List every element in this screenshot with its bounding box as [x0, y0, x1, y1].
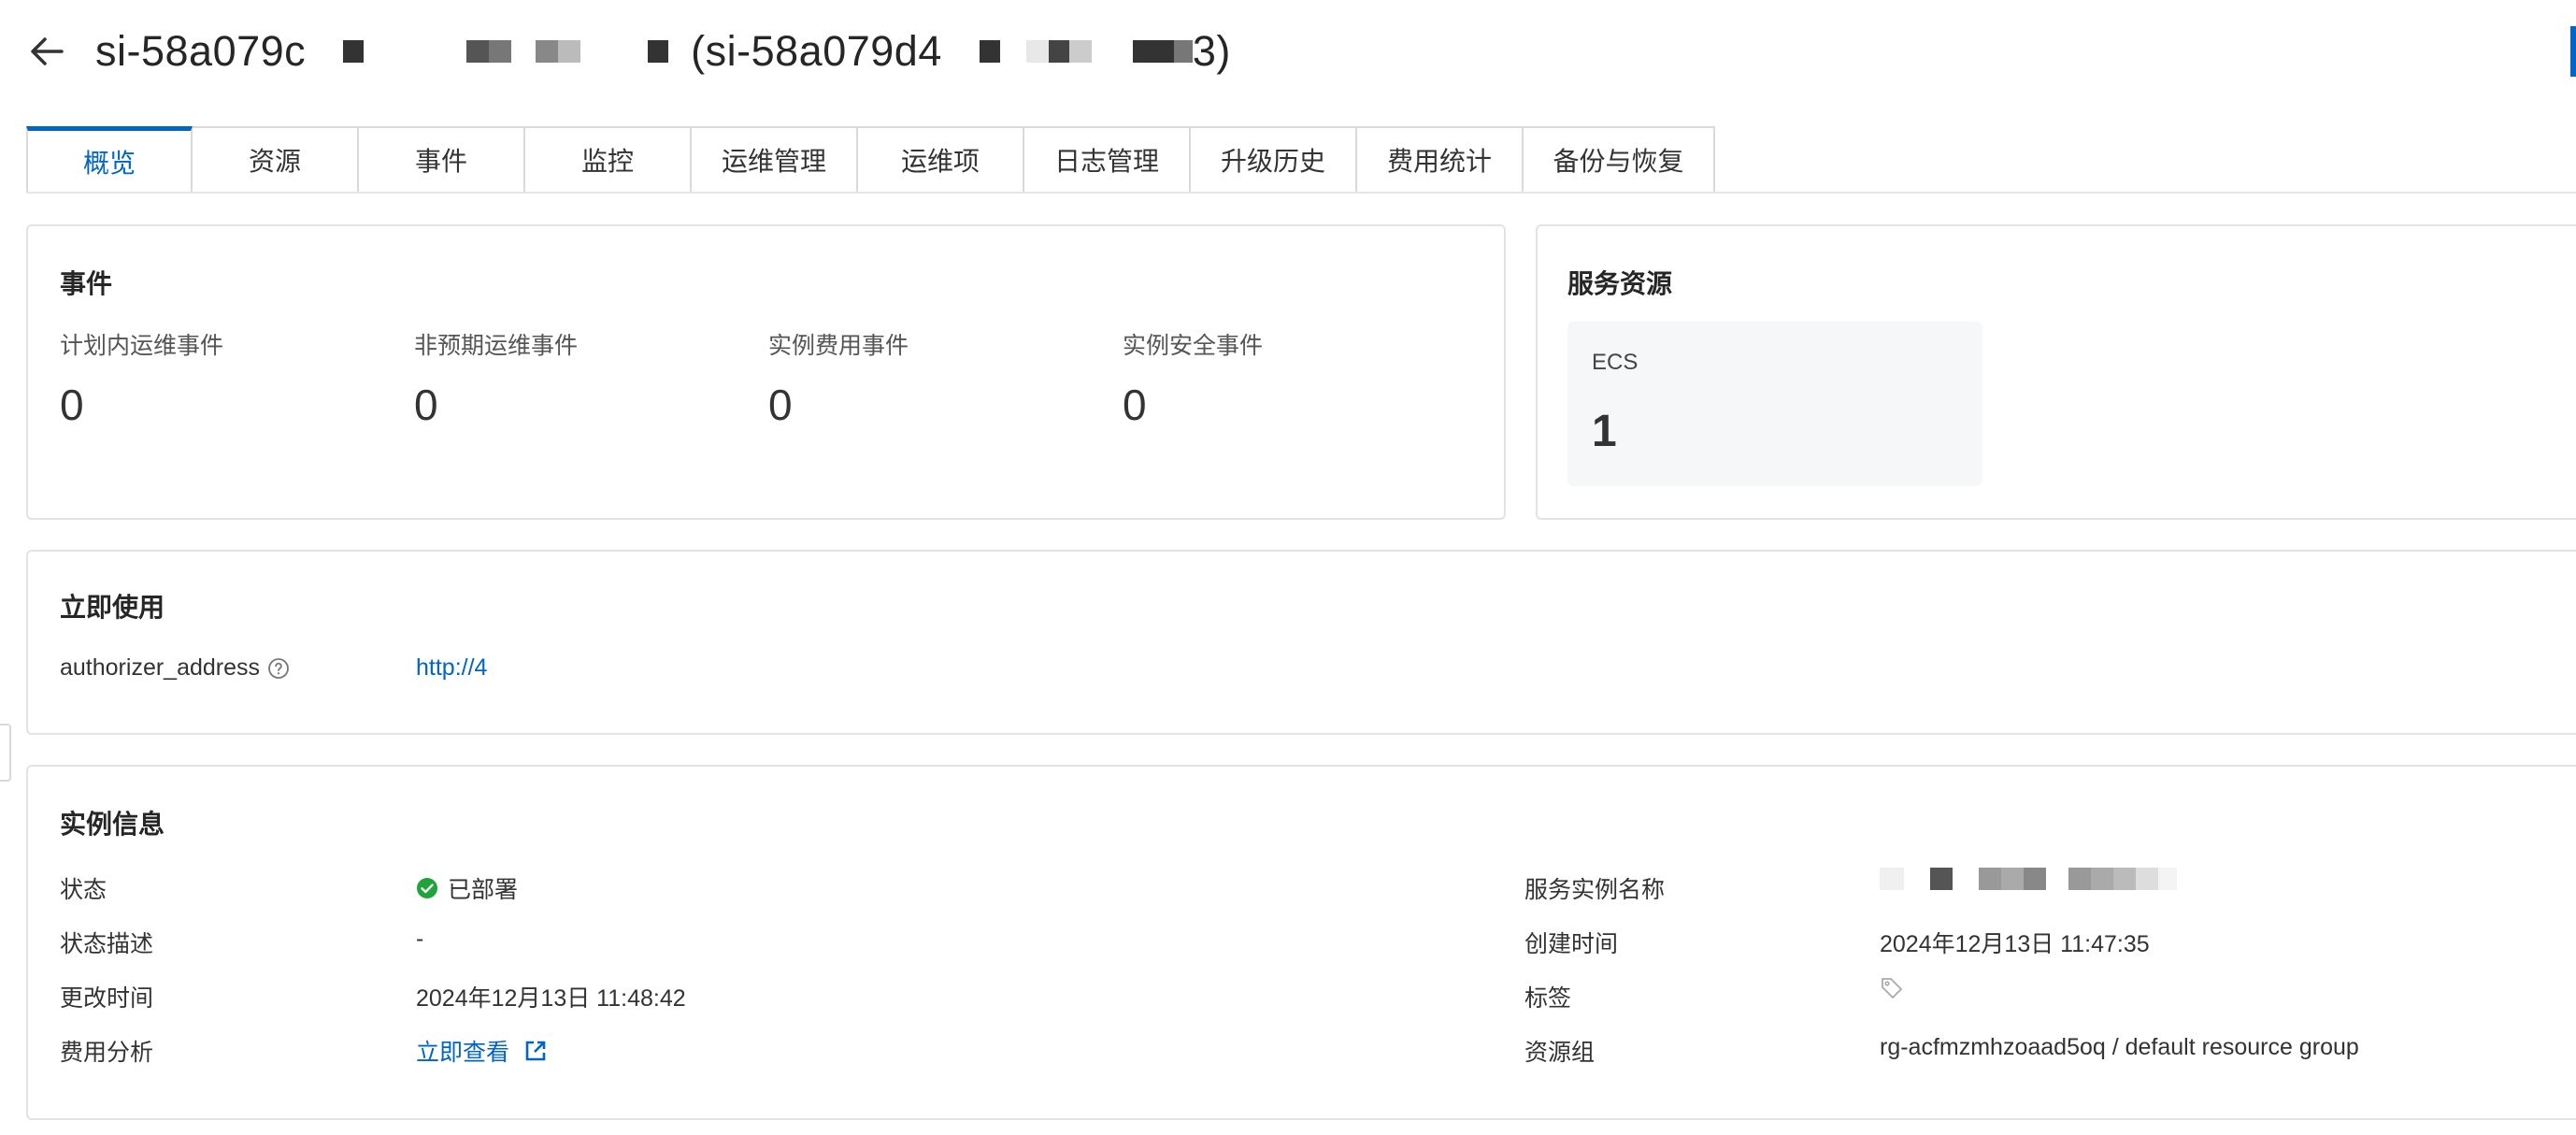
- ecs-count: 1: [1592, 407, 1617, 456]
- events-card: 事件 计划内运维事件 0 非预期运维事件 0 实例费用事件 0 实例安全事件 0: [26, 224, 1506, 520]
- redacted-block: [1880, 868, 1904, 890]
- events-title: 事件: [60, 269, 113, 298]
- status-value: 已部署: [416, 871, 518, 905]
- redacted-block: [558, 40, 581, 63]
- sidebar-collapse-handle[interactable]: [0, 724, 11, 782]
- instance-cost-events-value: 0: [768, 381, 793, 429]
- tab-overview[interactable]: 概览: [26, 126, 193, 194]
- created-time-value: 2024年12月13日 11:47:35: [1880, 931, 2150, 957]
- external-link-icon: [524, 1040, 547, 1062]
- redacted-block: [466, 40, 490, 63]
- tab-resources[interactable]: 资源: [193, 126, 359, 194]
- status-text: 已部署: [448, 877, 519, 903]
- redacted-block: [2068, 868, 2091, 890]
- cost-analysis-label: 费用分析: [60, 1040, 154, 1066]
- redacted-block: [979, 40, 1000, 63]
- check-circle-icon: [416, 877, 438, 899]
- instance-cost-events-label: 实例费用事件: [768, 333, 909, 359]
- cost-analysis-link[interactable]: 立即查看: [416, 1034, 547, 1068]
- redacted-block: [1025, 40, 1049, 63]
- instance-security-events-label: 实例安全事件: [1123, 333, 1264, 359]
- page-title: si-58a079c (si-58a079d4 3): [95, 27, 1231, 75]
- redacted-block: [536, 40, 559, 63]
- tab-monitoring[interactable]: 监控: [525, 126, 692, 194]
- tab-backup-restore[interactable]: 备份与恢复: [1524, 126, 1715, 194]
- redacted-block: [2001, 868, 2024, 890]
- back-button[interactable]: [26, 31, 67, 72]
- tags-value: [1880, 976, 1904, 1000]
- redacted-block: [648, 40, 669, 63]
- resource-group-label: 资源组: [1524, 1040, 1596, 1066]
- redacted-block: [2136, 868, 2158, 890]
- question-circle-icon[interactable]: [267, 657, 290, 680]
- instance-info-title: 实例信息: [60, 810, 165, 839]
- modified-time-value: 2024年12月13日 11:48:42: [416, 985, 686, 1012]
- tab-divider: [26, 192, 2576, 194]
- service-instance-name-label: 服务实例名称: [1524, 877, 1666, 903]
- tags-label: 标签: [1524, 985, 1572, 1012]
- redacted-block: [364, 40, 387, 63]
- redacted-block: [1132, 40, 1174, 63]
- instance-security-events-value: 0: [1123, 381, 1147, 429]
- tag-icon[interactable]: [1880, 976, 1904, 1000]
- status-label: 状态: [60, 877, 107, 903]
- redacted-block: [1048, 40, 1069, 63]
- service-resources-title: 服务资源: [1567, 269, 1673, 298]
- service-instance-name-value: [1880, 868, 2177, 890]
- use-now-title: 立即使用: [60, 593, 165, 622]
- redacted-block: [2091, 868, 2113, 890]
- use-now-card: 立即使用 authorizer_address http://4: [26, 550, 2576, 735]
- tab-upgrade-history[interactable]: 升级历史: [1191, 126, 1357, 194]
- redacted-block: [1068, 40, 1092, 63]
- planned-ops-events-value: 0: [60, 381, 84, 429]
- tab-ops-management[interactable]: 运维管理: [692, 126, 858, 194]
- ecs-resource-tile[interactable]: ECS 1: [1567, 322, 1982, 486]
- page-header: si-58a079c (si-58a079d4 3): [26, 19, 2550, 84]
- redacted-block: [489, 40, 512, 63]
- unplanned-ops-events-value: 0: [414, 381, 438, 429]
- tab-log-management[interactable]: 日志管理: [1024, 126, 1191, 194]
- tab-events[interactable]: 事件: [359, 126, 525, 194]
- status-description-value: -: [416, 926, 424, 952]
- created-time-label: 创建时间: [1524, 931, 1619, 957]
- unplanned-ops-events-label: 非预期运维事件: [414, 333, 579, 359]
- authorizer-address-link[interactable]: http://4: [416, 654, 487, 682]
- redacted-block: [2024, 868, 2046, 890]
- redacted-block: [1173, 40, 1193, 63]
- redacted-block: [1930, 868, 1953, 890]
- tab-cost-statistics[interactable]: 费用统计: [1357, 126, 1524, 194]
- tab-bar: 概览 资源 事件 监控 运维管理 运维项 日志管理 升级历史 费用统计 备份与恢…: [26, 126, 1715, 194]
- authorizer-address-label: authorizer_address: [60, 654, 290, 682]
- redacted-block: [2113, 868, 2136, 890]
- service-resources-card: 服务资源 ECS 1: [1536, 224, 2576, 520]
- scroll-indicator: [2570, 26, 2576, 77]
- arrow-left-icon: [26, 31, 67, 72]
- modified-time-label: 更改时间: [60, 985, 154, 1012]
- redacted-block: [343, 40, 365, 63]
- redacted-block: [1979, 868, 2001, 890]
- redacted-block: [2158, 868, 2177, 890]
- tab-ops-items[interactable]: 运维项: [858, 126, 1024, 194]
- planned-ops-events-label: 计划内运维事件: [60, 333, 224, 359]
- status-description-label: 状态描述: [60, 931, 154, 957]
- instance-info-card: 实例信息 状态 已部署 状态描述 - 更改时间 2024年12月13日 11:4…: [26, 765, 2576, 1120]
- resource-group-value: rg-acfmzmhzoaad5oq / default resource gr…: [1880, 1034, 2359, 1060]
- ecs-label: ECS: [1592, 350, 1639, 375]
